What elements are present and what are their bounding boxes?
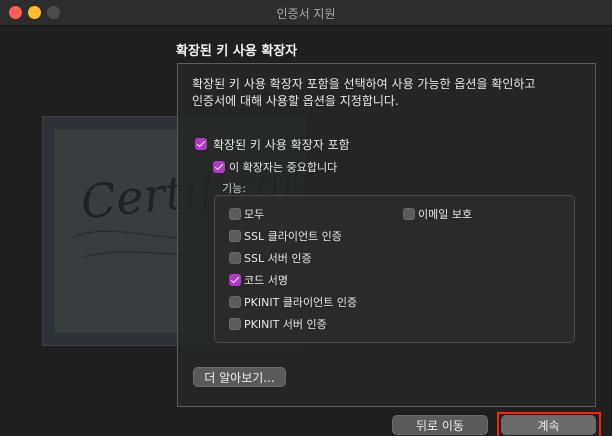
include-extension-label: 확장된 키 사용 확장자 포함	[213, 138, 350, 152]
feature-ssl-client-label: SSL 클라이언트 인증	[244, 230, 342, 243]
feature-ssl-client-checkbox[interactable]	[229, 230, 241, 242]
feature-all-checkbox[interactable]	[229, 208, 241, 220]
feature-pkinit-server-label: PKINIT 서버 인증	[244, 318, 327, 331]
feature-ssl-server-checkbox[interactable]	[229, 252, 241, 264]
critical-extension-label: 이 확장자는 중요합니다	[229, 161, 338, 174]
critical-extension-checkbox[interactable]	[213, 161, 225, 173]
feature-ssl-server-label: SSL 서버 인증	[244, 252, 312, 265]
feature-all-label: 모두	[244, 208, 265, 221]
feature-code-signing-checkbox[interactable]	[229, 274, 241, 286]
continue-button-highlight	[497, 412, 601, 436]
window-title: 인증서 지원	[276, 7, 336, 21]
feature-code-signing-label: 코드 서명	[244, 274, 288, 287]
section-title: 확장된 키 사용 확장자	[176, 44, 298, 59]
feature-pkinit-server-checkbox[interactable]	[229, 318, 241, 330]
title-bar: 인증서 지원	[0, 0, 612, 26]
description-line-2: 인증서에 대해 사용할 옵션을 지정합니다.	[192, 94, 399, 108]
feature-pkinit-client-checkbox[interactable]	[229, 296, 241, 308]
feature-pkinit-client-label: PKINIT 클라이언트 인증	[244, 296, 358, 309]
features-label: 기능:	[222, 182, 246, 195]
feature-email-protection-label: 이메일 보호	[418, 208, 473, 221]
description-text: 확장된 키 사용 확장자 포함을 선택하여 사용 가능한 옵션을 확인하고 인증…	[192, 76, 587, 110]
include-extension-checkbox[interactable]	[195, 138, 207, 150]
description-line-1: 확장된 키 사용 확장자 포함을 선택하여 사용 가능한 옵션을 확인하고	[192, 77, 536, 91]
feature-email-protection-checkbox[interactable]	[403, 208, 415, 220]
back-button[interactable]: 뒤로 이동	[392, 415, 488, 435]
learn-more-button[interactable]: 더 알아보기...	[193, 367, 286, 387]
